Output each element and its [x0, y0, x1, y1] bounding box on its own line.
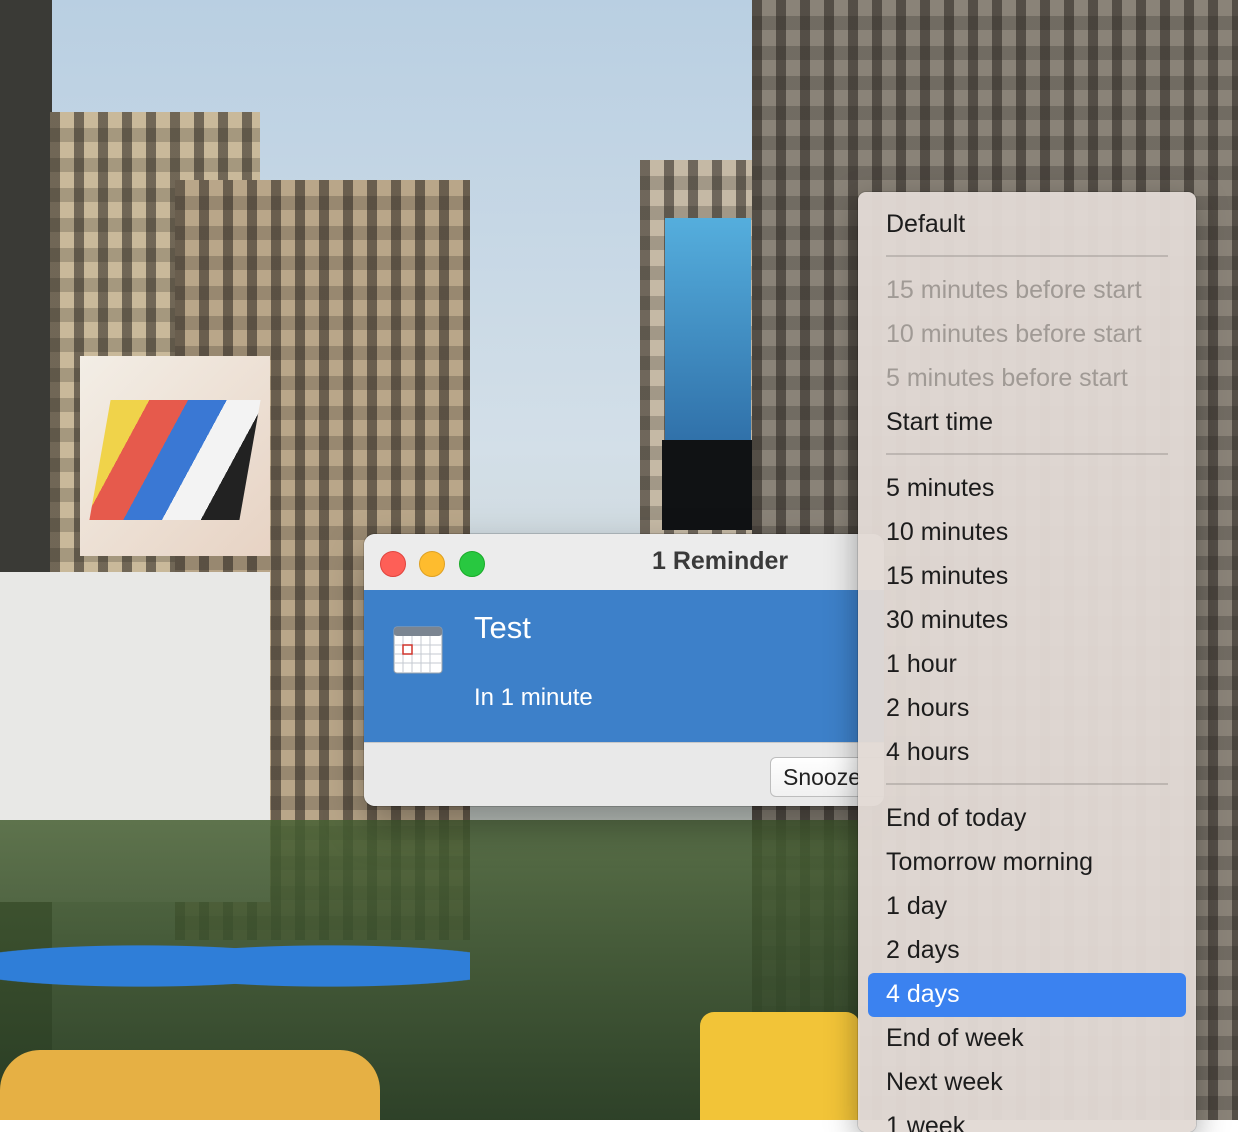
menu-item-label: 4 days: [886, 980, 960, 1008]
menu-item-2-hours[interactable]: 2 hours: [868, 687, 1186, 731]
menu-item-label: 4 hours: [886, 738, 970, 766]
billboard-blue: [665, 218, 751, 448]
menu-item-label: 1 week: [886, 1112, 966, 1132]
menu-item-10-min-before-start: 10 minutes before start: [868, 313, 1186, 357]
menu-separator: [886, 255, 1168, 257]
menu-item-end-of-week[interactable]: End of week: [868, 1017, 1186, 1061]
window-footer: Snooze: [364, 742, 884, 806]
reminder-item[interactable]: Test In 1 minute: [364, 590, 884, 742]
taxi-left: [0, 1050, 380, 1120]
menu-item-label: 10 minutes: [886, 518, 1009, 546]
close-button[interactable]: [380, 551, 406, 577]
menu-item-label: Start time: [886, 408, 993, 436]
taxi-right: [700, 1012, 860, 1120]
menu-item-5-minutes[interactable]: 5 minutes: [868, 467, 1186, 511]
reminder-time: In 1 minute: [474, 684, 593, 711]
menu-item-label: 5 minutes: [886, 474, 995, 502]
menu-item-4-days[interactable]: 4 days: [868, 973, 1186, 1017]
menu-item-4-hours[interactable]: 4 hours: [868, 731, 1186, 775]
menu-item-1-hour[interactable]: 1 hour: [868, 643, 1186, 687]
menu-separator: [886, 453, 1168, 455]
menu-item-1-week[interactable]: 1 week: [868, 1105, 1186, 1132]
menu-separator: [886, 783, 1168, 785]
zoom-button[interactable]: [459, 551, 485, 577]
menu-item-label: 10 minutes before start: [886, 320, 1142, 348]
menu-item-label: End of week: [886, 1024, 1024, 1052]
menu-item-start-time[interactable]: Start time: [868, 401, 1186, 445]
reminder-window: 1 Reminder Test In 1 minute Snooze: [364, 534, 884, 806]
menu-item-label: 2 days: [886, 936, 960, 964]
menu-item-default[interactable]: Default: [868, 203, 1186, 247]
menu-item-15-min-before-start: 15 minutes before start: [868, 269, 1186, 313]
menu-item-tomorrow-morning[interactable]: Tomorrow morning: [868, 841, 1186, 885]
menu-item-2-days[interactable]: 2 days: [868, 929, 1186, 973]
menu-item-label: Next week: [886, 1068, 1003, 1096]
reminder-title: Test: [474, 610, 531, 645]
umbrellas: [0, 930, 470, 990]
menu-item-end-of-today[interactable]: End of today: [868, 797, 1186, 841]
menu-item-label: 1 day: [886, 892, 948, 920]
window-title: 1 Reminder: [652, 547, 789, 575]
snooze-menu: Default 15 minutes before start 10 minut…: [858, 192, 1196, 1132]
menu-item-label: 30 minutes: [886, 606, 1009, 634]
minimize-button[interactable]: [419, 551, 445, 577]
menu-item-15-minutes[interactable]: 15 minutes: [868, 555, 1186, 599]
menu-item-label: End of today: [886, 804, 1027, 832]
menu-item-5-min-before-start: 5 minutes before start: [868, 357, 1186, 401]
menu-item-next-week[interactable]: Next week: [868, 1061, 1186, 1105]
menu-item-1-day[interactable]: 1 day: [868, 885, 1186, 929]
calendar-icon: [393, 626, 443, 674]
menu-item-label: 15 minutes before start: [886, 276, 1142, 304]
billboard-phone-colors: [89, 400, 261, 520]
menu-item-label: 1 hour: [886, 650, 957, 678]
menu-item-10-minutes[interactable]: 10 minutes: [868, 511, 1186, 555]
menu-item-label: 5 minutes before start: [886, 364, 1128, 392]
menu-item-30-minutes[interactable]: 30 minutes: [868, 599, 1186, 643]
menu-item-label: 15 minutes: [886, 562, 1009, 590]
billboard-black: [662, 440, 752, 530]
menu-item-label: 2 hours: [886, 694, 970, 722]
window-titlebar[interactable]: 1 Reminder: [364, 534, 884, 590]
menu-item-label: Tomorrow morning: [886, 848, 1094, 876]
menu-item-label: Default: [886, 210, 966, 238]
